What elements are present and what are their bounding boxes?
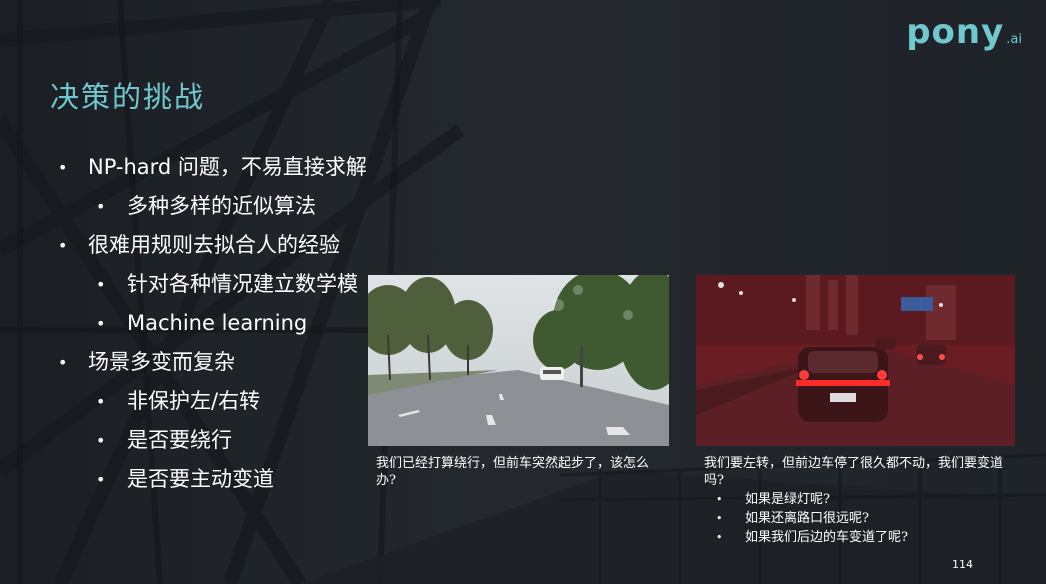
- slide-title: 决策的挑战: [50, 80, 206, 114]
- bullet-item: • NP-hard 问题，不易直接求解: [58, 148, 367, 187]
- road-photo-daytime: [368, 275, 669, 446]
- sub-bullet-item: • 非保护左/右转: [58, 382, 367, 421]
- pony-ai-logo: pony .ai: [906, 12, 1022, 54]
- bullet-text: NP-hard 问题，不易直接求解: [88, 155, 367, 179]
- bullet-dot-icon: •: [96, 431, 106, 450]
- question-item: • 如果是绿灯呢?: [716, 490, 908, 509]
- bullet-text: 多种多样的近似算法: [127, 194, 316, 218]
- bullet-text: 是否要主动变道: [127, 467, 274, 491]
- sub-bullet-item: • 针对各种情况建立数学模: [58, 265, 367, 304]
- page-number: 114: [952, 558, 973, 571]
- bullet-text: 非保护左/右转: [127, 389, 261, 413]
- question-text: 如果我们后边的车变道了呢?: [745, 530, 908, 545]
- bullet-dot-icon: •: [58, 236, 68, 255]
- road-photo-night: [696, 275, 1015, 446]
- sub-bullet-item: • 是否要绕行: [58, 421, 367, 460]
- photo1-caption: 我们已经打算绕行，但前车突然起步了，该怎么办?: [376, 456, 650, 488]
- bullet-dot-icon: •: [716, 493, 723, 506]
- bullet-text: Machine learning: [127, 311, 308, 335]
- question-item: • 如果还离路口很远呢?: [716, 509, 908, 528]
- bullet-dot-icon: •: [96, 275, 106, 294]
- bullet-dot-icon: •: [96, 470, 106, 489]
- bullet-list: • NP-hard 问题，不易直接求解 • 多种多样的近似算法 • 很难用规则去拟合人…: [58, 148, 367, 499]
- question-text: 如果还离路口很远呢?: [745, 511, 869, 526]
- bullet-dot-icon: •: [716, 531, 723, 544]
- bullet-dot-icon: •: [716, 512, 723, 525]
- sub-bullet-item: • 是否要主动变道: [58, 460, 367, 499]
- sub-bullet-item: • Machine learning: [58, 304, 367, 343]
- bullet-text: 场景多变而复杂: [88, 350, 235, 374]
- bullet-dot-icon: •: [58, 158, 68, 177]
- bullet-item: • 很难用规则去拟合人的经验: [58, 226, 367, 265]
- logo-wordmark: pony: [906, 12, 1005, 52]
- bullet-dot-icon: •: [96, 392, 106, 411]
- bullet-dot-icon: •: [96, 197, 106, 216]
- bullet-text: 很难用规则去拟合人的经验: [88, 233, 340, 257]
- bullet-dot-icon: •: [58, 353, 68, 372]
- slide: pony .ai 决策的挑战 • NP-hard 问题，不易直接求解 • 多种多样的近…: [0, 0, 1046, 584]
- bullet-text: 是否要绕行: [127, 428, 232, 452]
- sub-bullet-item: • 多种多样的近似算法: [58, 187, 367, 226]
- photo2-caption: 我们要左转，但前边车停了很久都不动，我们要变道吗?: [704, 456, 1004, 488]
- bullet-dot-icon: •: [96, 314, 106, 333]
- question-text: 如果是绿灯呢?: [745, 492, 830, 507]
- bullet-item: • 场景多变而复杂: [58, 343, 367, 382]
- bullet-text: 针对各种情况建立数学模: [127, 272, 358, 296]
- question-item: • 如果我们后边的车变道了呢?: [716, 528, 908, 547]
- photo2-question-list: • 如果是绿灯呢? • 如果还离路口很远呢? • 如果我们后边的车变道了呢?: [716, 490, 908, 547]
- logo-suffix: .ai: [1006, 32, 1022, 47]
